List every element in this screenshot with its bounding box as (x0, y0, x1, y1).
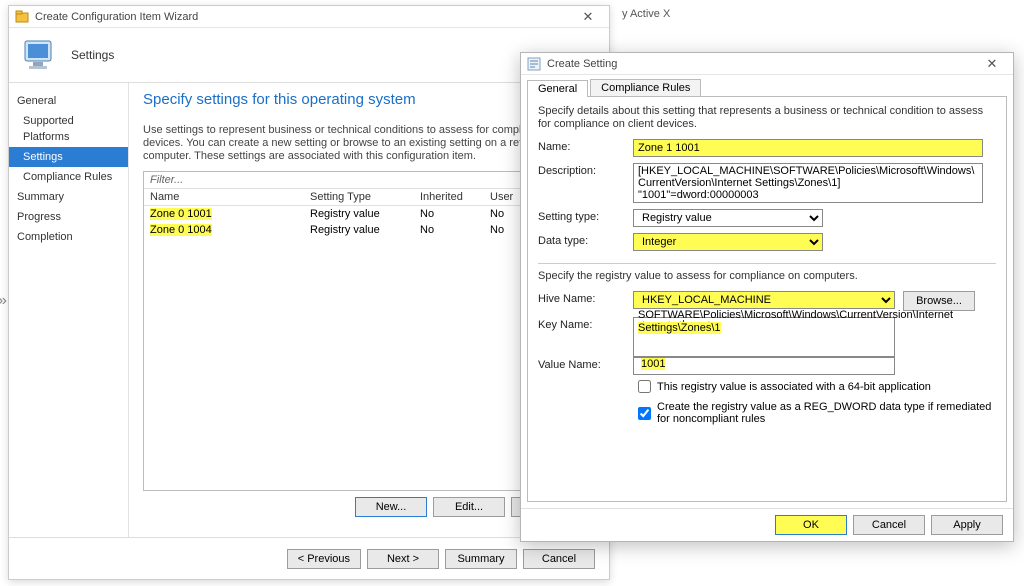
wizard-title: Create Configuration Item Wizard (35, 11, 573, 23)
next-button[interactable]: Next > (367, 549, 439, 569)
dialog-note: Specify details about this setting that … (538, 105, 996, 131)
apply-button[interactable]: Apply (931, 515, 1003, 535)
nav-completion[interactable]: Completion (9, 227, 128, 247)
label-description: Description: (538, 163, 633, 177)
data-type-select[interactable]: Integer (633, 233, 823, 251)
tabstrip: General Compliance Rules (521, 75, 1013, 96)
nav-compliance-rules[interactable]: Compliance Rules (9, 167, 128, 187)
browse-button[interactable]: Browse... (903, 291, 975, 311)
ok-button[interactable]: OK (775, 515, 847, 535)
wizard-footer: < Previous Next > Summary Cancel (9, 537, 609, 579)
description-field[interactable]: [HKEY_LOCAL_MACHINE\SOFTWARE\Policies\Mi… (633, 163, 983, 203)
row-type: Registry value (310, 224, 420, 236)
nav-progress[interactable]: Progress (9, 207, 128, 227)
col-inherited[interactable]: Inherited (420, 191, 490, 203)
row-inherited: No (420, 208, 490, 220)
nav-summary[interactable]: Summary (9, 187, 128, 207)
name-field[interactable] (633, 139, 983, 157)
key-field[interactable]: <span></span> (633, 317, 895, 357)
row-name: Zone 0 1004 (150, 224, 212, 236)
col-name[interactable]: Name (150, 191, 310, 203)
panel-expand-handle[interactable]: » (0, 292, 7, 310)
computer-icon (19, 35, 59, 75)
app-icon (15, 10, 29, 24)
checkbox-64bit[interactable] (638, 380, 651, 393)
nav-supported-platforms[interactable]: Supported Platforms (9, 111, 128, 147)
dialog-footer: OK Cancel Apply (521, 508, 1013, 541)
row-type: Registry value (310, 208, 420, 220)
dialog-icon (527, 57, 541, 71)
setting-type-select[interactable]: Registry value (633, 209, 823, 227)
value-field[interactable] (633, 357, 895, 375)
nav-settings[interactable]: Settings (9, 147, 128, 167)
dialog-title: Create Setting (547, 58, 977, 70)
row-inherited: No (420, 224, 490, 236)
close-icon[interactable]: ✕ (573, 9, 603, 25)
close-icon[interactable]: ✕ (977, 56, 1007, 72)
registry-note: Specify the registry value to assess for… (538, 270, 996, 283)
tab-panel-general: Specify details about this setting that … (527, 96, 1007, 502)
previous-button[interactable]: < Previous (287, 549, 361, 569)
nav-general[interactable]: General (9, 91, 128, 111)
label-name: Name: (538, 139, 633, 153)
background-hint: y Active X (622, 8, 670, 20)
new-button[interactable]: New... (355, 497, 427, 517)
summary-button[interactable]: Summary (445, 549, 517, 569)
col-type[interactable]: Setting Type (310, 191, 420, 203)
wizard-banner: Settings (9, 28, 609, 83)
edit-button[interactable]: Edit... (433, 497, 505, 517)
wizard-nav: General Supported Platforms Settings Com… (9, 83, 129, 537)
label-setting-type: Setting type: (538, 209, 633, 223)
checkbox-64bit-label: This registry value is associated with a… (657, 381, 931, 393)
label-data-type: Data type: (538, 233, 633, 247)
tab-compliance-rules[interactable]: Compliance Rules (590, 79, 701, 96)
cancel-button[interactable]: Cancel (523, 549, 595, 569)
label-value: Value Name: (538, 357, 633, 371)
create-setting-dialog: Create Setting ✕ General Compliance Rule… (520, 52, 1014, 542)
checkbox-reg-dword-label: Create the registry value as a REG_DWORD… (657, 401, 996, 425)
tab-general[interactable]: General (527, 80, 588, 97)
hive-select[interactable]: HKEY_LOCAL_MACHINE (633, 291, 895, 309)
wizard-step-name: Settings (71, 48, 114, 62)
checkbox-reg-dword[interactable] (638, 407, 651, 420)
label-key: Key Name: (538, 317, 633, 331)
cancel-button[interactable]: Cancel (853, 515, 925, 535)
row-name: Zone 0 1001 (150, 208, 212, 220)
dialog-titlebar: Create Setting ✕ (521, 53, 1013, 75)
wizard-titlebar: Create Configuration Item Wizard ✕ (9, 6, 609, 28)
label-hive: Hive Name: (538, 291, 633, 305)
